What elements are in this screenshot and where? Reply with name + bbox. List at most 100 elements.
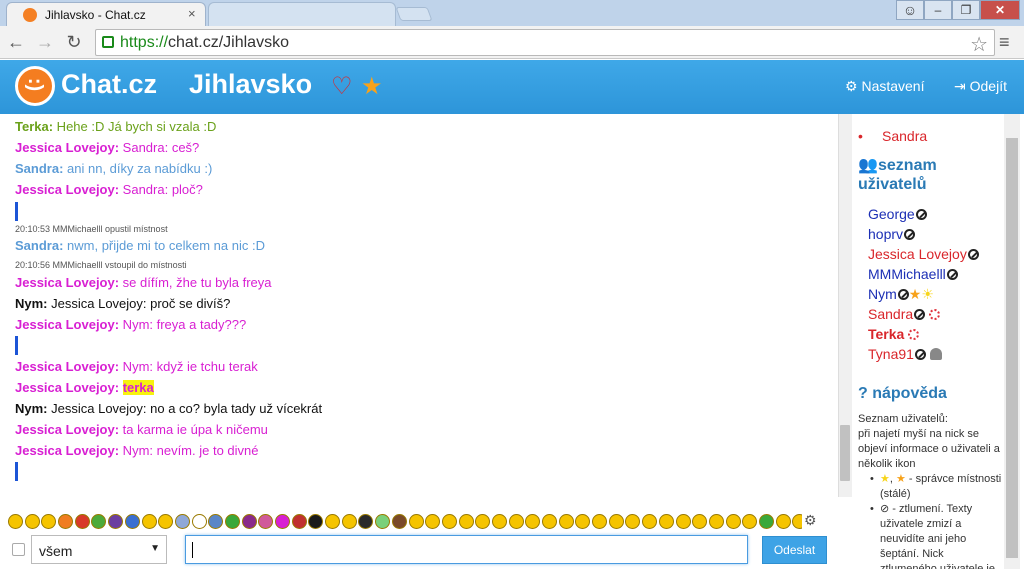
emoji-icon[interactable] [158, 514, 174, 529]
message-nick[interactable]: Jessica Lovejoy: [15, 443, 119, 458]
reload-icon[interactable]: ↻ [63, 31, 85, 53]
emoji-icon[interactable] [108, 514, 124, 529]
sidebar-scrollbar-thumb[interactable] [1006, 138, 1018, 558]
message-nick[interactable]: Sandra: [15, 161, 63, 176]
message-nick[interactable]: Jessica Lovejoy: [15, 359, 119, 374]
user-nick[interactable]: Nym [868, 286, 897, 302]
user-nick[interactable]: hoprv [868, 226, 903, 242]
address-bar[interactable]: https://chat.cz/Jihlavsko ☆ [95, 29, 995, 56]
message-nick[interactable]: Jessica Lovejoy: [15, 275, 119, 290]
favorite-heart-icon[interactable]: ♡ [331, 72, 353, 101]
site-logo-text[interactable]: Chat.cz [61, 69, 157, 100]
close-window-button[interactable]: ✕ [980, 0, 1020, 20]
users-heading[interactable]: 👥seznam uživatelů [858, 156, 978, 194]
mute-icon[interactable] [946, 269, 958, 280]
emoji-icon[interactable] [775, 514, 791, 529]
emoji-icon[interactable] [508, 514, 524, 529]
forward-arrow-icon[interactable]: → [34, 31, 56, 53]
browser-tab-active[interactable]: Jihlavsko - Chat.cz × [6, 2, 206, 26]
logout-link[interactable]: ⇥ Odejít [954, 78, 1007, 95]
user-nick[interactable]: MMMichaelll [868, 266, 946, 282]
emoji-icon[interactable] [208, 514, 224, 529]
emoji-icon[interactable] [291, 514, 307, 529]
emoji-icon[interactable] [542, 514, 557, 529]
emoji-icon[interactable] [341, 514, 357, 529]
user-item[interactable]: Nym ★☀ [868, 285, 934, 303]
sidebar-list-item[interactable]: Sandra [858, 128, 927, 144]
emoji-icon[interactable] [441, 514, 457, 529]
back-arrow-icon[interactable]: ← [5, 31, 27, 53]
emoji-icon[interactable] [425, 514, 441, 529]
user-item[interactable]: Jessica Lovejoy [868, 245, 979, 263]
emoji-icon[interactable] [308, 514, 324, 529]
message-nick[interactable]: Jessica Lovejoy: [15, 140, 119, 155]
user-nick[interactable]: George [868, 206, 915, 222]
emoji-icon[interactable] [575, 514, 591, 529]
emoji-icon[interactable] [742, 514, 758, 529]
emoji-icon[interactable] [41, 514, 57, 529]
emoji-icon[interactable] [391, 514, 407, 529]
emoji-icon[interactable] [74, 514, 90, 529]
emoji-icon[interactable] [792, 514, 802, 529]
emoji-icon[interactable] [91, 514, 107, 529]
message-nick[interactable]: Terka: [15, 119, 53, 134]
emoji-icon[interactable] [608, 514, 624, 529]
emoji-icon[interactable] [458, 514, 474, 529]
message-nick[interactable]: Nym: [15, 401, 48, 416]
emoji-icon[interactable] [558, 514, 574, 529]
emoji-icon[interactable] [675, 514, 691, 529]
user-item[interactable]: hoprv [868, 225, 916, 243]
tab-close-icon[interactable]: × [188, 6, 196, 21]
user-profile-icon[interactable]: ☺ [896, 0, 924, 20]
emoji-icon[interactable] [592, 514, 608, 529]
send-button[interactable]: Odeslat [762, 536, 827, 564]
message-nick[interactable]: Jessica Lovejoy: [15, 422, 119, 437]
message-nick[interactable]: Jessica Lovejoy: [15, 182, 119, 197]
settings-link[interactable]: ⚙ Nastavení [845, 78, 925, 95]
maximize-button[interactable]: ❐ [952, 0, 980, 20]
message-nick[interactable]: Jessica Lovejoy: [15, 317, 119, 332]
mute-icon[interactable] [967, 249, 979, 260]
emoji-icon[interactable] [708, 514, 724, 529]
chat-scrollbar-thumb[interactable] [840, 425, 850, 481]
emoji-icon[interactable] [24, 514, 40, 529]
emoji-icon[interactable] [141, 514, 157, 529]
user-item[interactable]: MMMichaelll [868, 265, 958, 283]
user-nick[interactable]: Terka [868, 326, 904, 342]
user-item[interactable]: Sandra [868, 305, 941, 323]
emoji-icon[interactable] [625, 514, 641, 529]
user-item[interactable]: George [868, 205, 927, 223]
emoji-icon[interactable] [642, 514, 658, 529]
emoji-icon[interactable] [275, 514, 290, 529]
emoji-icon[interactable] [758, 514, 774, 529]
chat-logo-icon[interactable] [15, 66, 55, 106]
new-tab-button[interactable] [395, 7, 433, 21]
mute-icon[interactable] [915, 209, 927, 220]
emoji-settings-gear-icon[interactable]: ⚙ [804, 512, 817, 529]
emoji-icon[interactable] [692, 514, 708, 529]
browser-tab-inactive[interactable] [208, 2, 396, 26]
room-star-icon[interactable]: ★ [361, 72, 383, 101]
emoji-icon[interactable] [224, 514, 240, 529]
user-nick[interactable]: Tyna91 [868, 346, 914, 362]
emoji-icon[interactable] [258, 514, 274, 529]
emoji-icon[interactable] [124, 514, 140, 529]
mute-icon[interactable] [914, 309, 926, 320]
emoji-icon[interactable] [8, 514, 23, 529]
private-checkbox[interactable] [12, 543, 25, 556]
emoji-icon[interactable] [475, 514, 491, 529]
message-nick[interactable]: Sandra: [15, 238, 63, 253]
message-nick[interactable]: Jessica Lovejoy: [15, 380, 119, 395]
emoji-icon[interactable] [58, 514, 74, 529]
emoji-icon[interactable] [174, 514, 190, 529]
emoji-icon[interactable] [725, 514, 741, 529]
message-nick[interactable]: Nym: [15, 296, 48, 311]
help-heading[interactable]: ? nápověda [858, 384, 947, 403]
emoji-icon[interactable] [658, 514, 674, 529]
minimize-button[interactable]: – [924, 0, 952, 20]
emoji-icon[interactable] [325, 514, 341, 529]
bookmark-star-icon[interactable]: ☆ [970, 32, 988, 57]
emoji-icon[interactable] [191, 514, 207, 529]
browser-menu-icon[interactable]: ≡ [999, 32, 1017, 52]
emoji-icon[interactable] [491, 514, 507, 529]
